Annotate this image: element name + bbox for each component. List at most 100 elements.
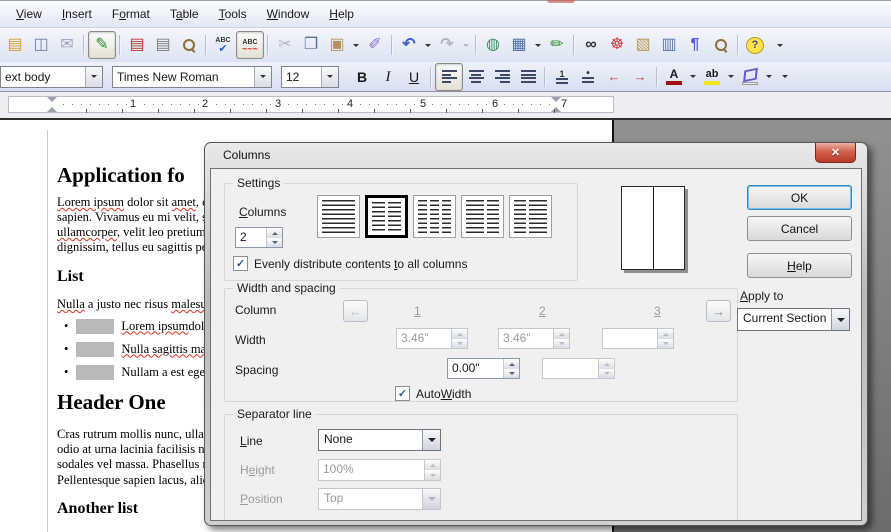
spacing-spinner-1[interactable]: 0.00" — [447, 358, 520, 379]
dropdown-caret-icon — [91, 75, 97, 81]
insert-table-dropdown[interactable] — [532, 32, 544, 58]
font-color-dropdown[interactable] — [687, 64, 699, 90]
preset-column-lines — [372, 202, 385, 231]
navigator-button[interactable]: ☸ — [604, 32, 630, 58]
menu-format[interactable]: Format — [102, 4, 160, 24]
menu-insert[interactable]: Insert — [52, 4, 102, 24]
left-arrow-icon: ← — [349, 304, 362, 319]
position-dropdown: Top — [318, 488, 441, 510]
align-left-button[interactable] — [435, 63, 463, 91]
edit-mode-button[interactable]: ✎ — [88, 31, 116, 59]
formatting-marks-button[interactable]: ¶ — [682, 32, 708, 58]
justify-button[interactable] — [515, 64, 541, 90]
font-size-combo[interactable]: 12 — [281, 66, 339, 88]
gallery-button[interactable]: ▧ — [630, 32, 656, 58]
style-dropdown-button[interactable] — [85, 67, 102, 87]
menu-view[interactable]: View — [6, 4, 52, 24]
menu-tools[interactable]: Tools — [209, 4, 257, 24]
highlighting-dropdown[interactable] — [725, 64, 737, 90]
columns-dialog[interactable]: Columns ✕ Settings Columns 2 — [204, 142, 868, 526]
spin-down-button[interactable] — [504, 369, 519, 379]
hyperlink-button[interactable]: ◍ — [480, 32, 506, 58]
spin-up-button[interactable] — [267, 228, 282, 238]
help-dialog-button[interactable]: Help — [747, 253, 852, 278]
underline-button[interactable]: U — [401, 64, 427, 90]
menu-window[interactable]: Window — [257, 4, 320, 24]
dialog-close-button[interactable]: ✕ — [815, 143, 856, 163]
data-sources-icon: ▥ — [661, 37, 676, 53]
preset-left-weighted[interactable] — [461, 195, 504, 238]
line-style-dropdown[interactable]: None — [318, 429, 441, 451]
find-replace-button[interactable]: ∞ — [578, 32, 604, 58]
autowidth-checkbox[interactable]: ✓ — [395, 386, 410, 401]
save-button[interactable]: ◫ — [28, 32, 54, 58]
cancel-button[interactable]: Cancel — [747, 216, 852, 241]
spellcheck-button[interactable]: ABC ✔ — [210, 32, 236, 58]
paste-dropdown[interactable] — [350, 32, 362, 58]
spin-up-button[interactable] — [504, 359, 519, 369]
paste-button[interactable]: ▣ — [324, 32, 350, 58]
background-color-button[interactable] — [737, 64, 763, 90]
size-dropdown-button[interactable] — [321, 67, 338, 87]
spacing-value-2 — [543, 359, 598, 378]
paragraph-style-combo[interactable]: ext body — [0, 66, 103, 88]
undo-dropdown[interactable] — [422, 32, 434, 58]
zoom-button[interactable] — [708, 32, 734, 58]
spin-up-button — [452, 329, 467, 339]
previous-column-button[interactable]: ← — [343, 300, 368, 322]
redo-dropdown — [460, 32, 472, 58]
toolbar-separator — [475, 35, 477, 55]
menu-table[interactable]: Table — [160, 4, 209, 24]
ruler-area: 1 2 3 4 5 6 7 — [0, 92, 891, 118]
page-preview-button[interactable] — [176, 32, 202, 58]
dropdown-arrow-button[interactable] — [831, 309, 849, 330]
help-button[interactable]: ? — [742, 32, 768, 58]
indent-marker-bottom[interactable] — [47, 102, 57, 112]
highlighting-button[interactable]: ab — [699, 64, 725, 90]
table-grid-icon: ▦ — [511, 37, 526, 53]
cut-scissors-icon: ✂ — [278, 37, 291, 53]
menu-help[interactable]: Help — [319, 4, 364, 24]
formatbar-overflow-dropdown[interactable] — [779, 64, 791, 90]
preset-right-weighted[interactable] — [509, 195, 552, 238]
background-color-dropdown[interactable] — [763, 64, 775, 90]
apply-to-dropdown[interactable]: Current Section — [737, 308, 850, 331]
draw-functions-button[interactable]: ✏ — [544, 32, 570, 58]
evenly-distribute-checkbox[interactable]: ✓ — [233, 256, 248, 271]
increase-indent-button[interactable]: → — [627, 64, 653, 90]
print-button[interactable]: ▤ — [150, 32, 176, 58]
preset-column-lines — [388, 202, 401, 231]
font-name-combo[interactable]: Times New Roman — [112, 66, 272, 88]
preset-one-column[interactable] — [317, 195, 360, 238]
bold-button[interactable]: B — [349, 64, 375, 90]
dropdown-arrow-button[interactable] — [422, 430, 440, 450]
italic-button[interactable]: I — [375, 64, 401, 90]
data-sources-button[interactable]: ▥ — [656, 32, 682, 58]
email-button[interactable]: ✉ — [54, 32, 80, 58]
ok-button[interactable]: OK — [747, 185, 852, 210]
format-paintbrush-button[interactable]: ✐ — [362, 32, 388, 58]
gallery-icon: ▧ — [635, 37, 650, 53]
font-dropdown-button[interactable] — [254, 67, 271, 87]
bullet-list-button[interactable]: • — [575, 64, 601, 90]
toolbar-overflow-dropdown[interactable] — [774, 32, 786, 58]
columns-count-spinner[interactable]: 2 — [235, 227, 283, 248]
undo-button[interactable]: ↶ — [396, 32, 422, 58]
export-pdf-button[interactable]: ▤ — [124, 32, 150, 58]
preset-column-lines — [322, 200, 355, 233]
spin-down-button — [658, 339, 673, 349]
font-color-button[interactable]: A — [661, 64, 687, 90]
next-column-button[interactable]: → — [706, 300, 731, 322]
align-right-button[interactable] — [489, 64, 515, 90]
spin-down-button[interactable] — [267, 238, 282, 248]
highlighting-icon: ab — [704, 68, 720, 85]
preset-two-columns[interactable] — [365, 195, 408, 238]
autospellcheck-button[interactable]: ABC ~~~ — [236, 31, 264, 59]
numbered-list-button[interactable]: 1 — [549, 64, 575, 90]
align-center-button[interactable] — [463, 64, 489, 90]
insert-table-button[interactable]: ▦ — [506, 32, 532, 58]
preset-three-columns[interactable] — [413, 195, 456, 238]
decrease-indent-button[interactable]: ← — [601, 64, 627, 90]
copy-button[interactable]: ❐ — [298, 32, 324, 58]
open-button[interactable]: ▤ — [2, 32, 28, 58]
